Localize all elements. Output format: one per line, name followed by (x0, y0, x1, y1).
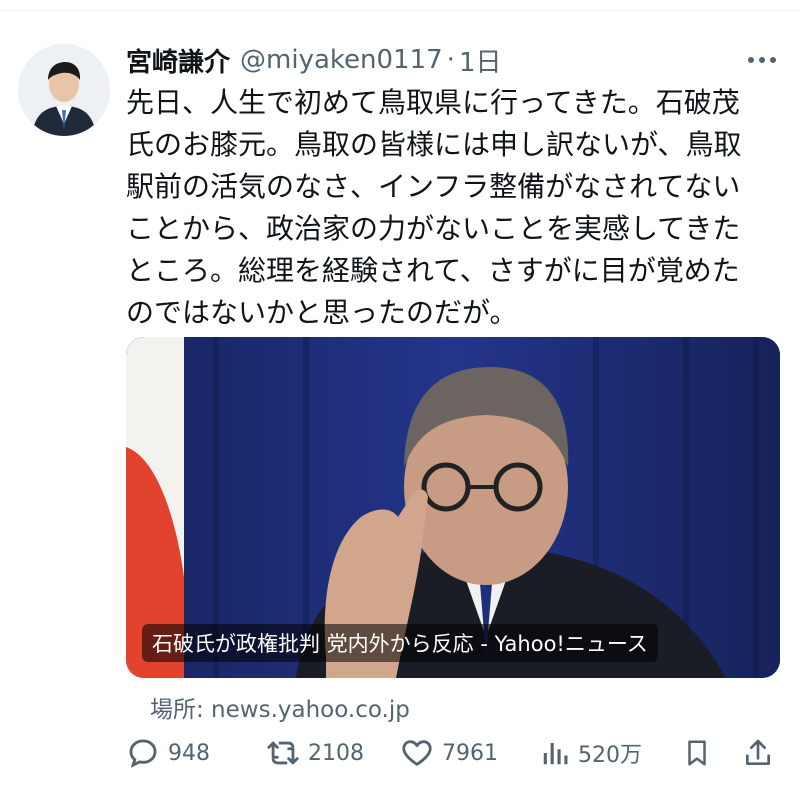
views-chart-icon (543, 743, 568, 765)
retweet-button[interactable]: 2108 (266, 736, 364, 770)
tweet-text-line: ところ。総理を経験されて、さすがに目が覚めた (126, 254, 740, 287)
top-divider (0, 10, 800, 11)
reply-icon (129, 739, 157, 768)
tweet-actions-bar: 948 2108 7961 520万 (126, 730, 786, 776)
retweet-icon (267, 741, 299, 765)
bookmark-button[interactable] (682, 737, 720, 769)
author-handle[interactable]: @miyaken0117 (240, 45, 443, 75)
author-display-name[interactable]: 宮崎謙介 (126, 42, 230, 79)
tweet-text: 先日、人生で初めて鳥取県に行ってきた。石破茂 氏のお膝元。鳥取の皆様には申し訳な… (126, 82, 776, 334)
bookmark-icon (688, 740, 706, 766)
tweet-header: 宮崎謙介 @miyaken0117 · 1日 (126, 40, 780, 80)
link-preview-card[interactable]: 石破氏が政権批判 党内外から反応 - Yahoo!ニュース (126, 337, 780, 678)
view-count: 520万 (578, 743, 642, 768)
card-source-domain[interactable]: 場所: news.yahoo.co.jp (150, 690, 410, 724)
like-button[interactable]: 7961 (400, 736, 498, 770)
share-icon (746, 739, 770, 765)
heart-icon (402, 740, 432, 766)
tweet-timestamp[interactable]: 1日 (459, 42, 502, 79)
views-button[interactable]: 520万 (540, 737, 642, 769)
share-button[interactable] (742, 737, 782, 769)
reply-count: 948 (168, 740, 210, 766)
header-separator: · (446, 45, 455, 75)
reply-button[interactable]: 948 (126, 736, 210, 770)
tweet-text-line: 駅前の活気のなさ、インフラ整備がなされてない (126, 170, 741, 203)
author-avatar[interactable] (18, 44, 110, 136)
tweet-text-line: ことから、政治家の力がないことを実感してきた (126, 212, 741, 245)
tweet-text-line: 氏のお膝元。鳥取の皆様には申し訳ないが、鳥取 (126, 128, 742, 161)
tweet-text-line: 先日、人生で初めて鳥取県に行ってきた。石破茂 (126, 86, 740, 119)
more-horizontal-icon[interactable] (744, 48, 780, 72)
retweet-count: 2108 (308, 740, 364, 766)
like-count: 7961 (442, 740, 498, 766)
card-caption: 石破氏が政権批判 党内外から反応 - Yahoo!ニュース (142, 624, 658, 662)
tweet-text-line: のではないかと思ったのだが。 (126, 296, 518, 329)
